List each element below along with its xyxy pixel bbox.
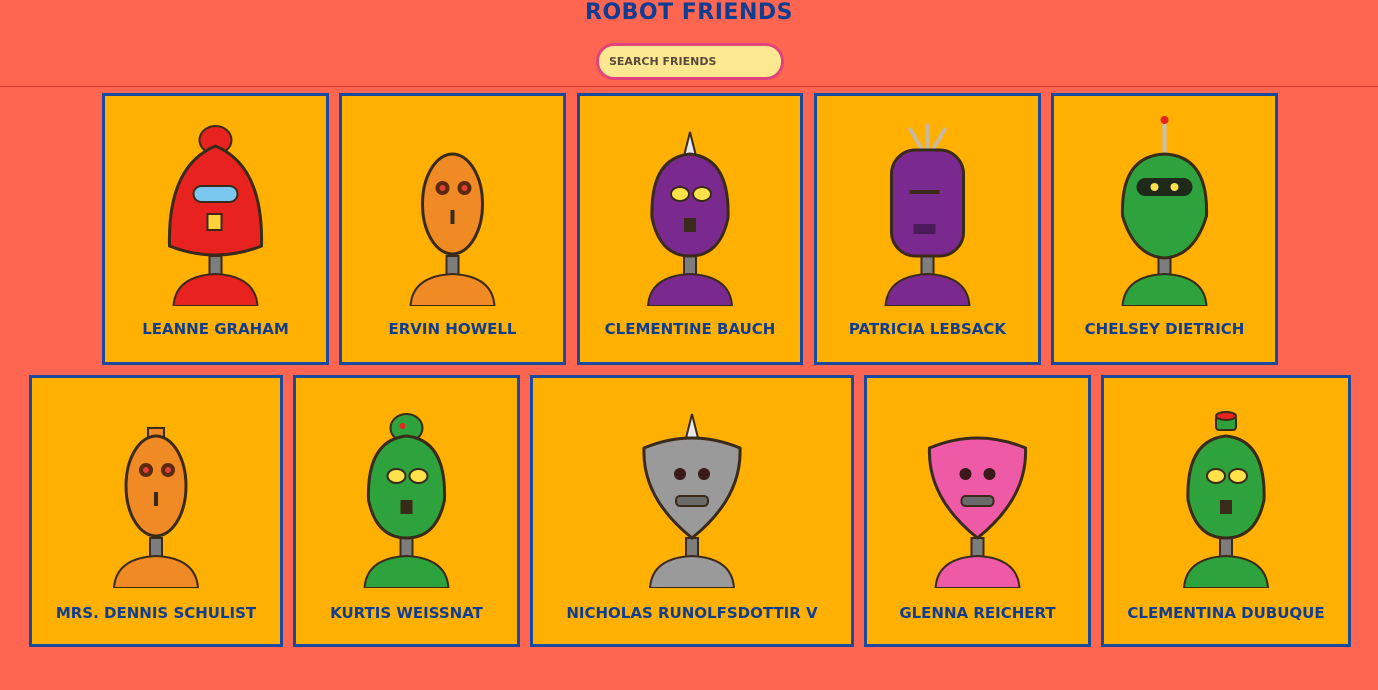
robot-avatar [296, 388, 517, 588]
robot-name: CLEMENTINA DUBUQUE [1127, 604, 1325, 622]
header: ROBOT FRIENDS [0, 0, 1378, 87]
robot-card[interactable]: PATRICIA LEBSACK [814, 93, 1041, 365]
robot-name: ERVIN HOWELL [388, 320, 517, 338]
search-input[interactable] [596, 43, 784, 80]
robot-avatar [105, 106, 326, 306]
robot-name: CHELSEY DIETRICH [1084, 320, 1245, 338]
robot-card[interactable]: NICHOLAS RUNOLFSDOTTIR V [530, 375, 854, 647]
robot-card[interactable]: GLENNA REICHERT [864, 375, 1091, 647]
robot-name: MRS. DENNIS SCHULIST [55, 604, 257, 622]
robot-card[interactable]: LEANNE GRAHAM [102, 93, 329, 365]
robot-avatar [32, 388, 280, 588]
robot-card[interactable]: ERVIN HOWELL [339, 93, 566, 365]
robot-name: KURTIS WEISSNAT [330, 604, 483, 622]
robot-name: CLEMENTINE BAUCH [604, 320, 776, 338]
robot-avatar [867, 388, 1088, 588]
robot-avatar [817, 106, 1038, 306]
robot-card[interactable]: KURTIS WEISSNAT [293, 375, 520, 647]
page-title: ROBOT FRIENDS [585, 0, 793, 25]
robot-avatar [342, 106, 563, 306]
robot-avatar [1054, 106, 1275, 306]
robot-avatar [533, 388, 851, 588]
robot-name: GLENNA REICHERT [899, 604, 1056, 622]
robot-avatar [580, 106, 800, 306]
robot-card[interactable]: MRS. DENNIS SCHULIST [29, 375, 283, 647]
robot-avatar [1104, 388, 1348, 588]
robot-name: NICHOLAS RUNOLFSDOTTIR V [566, 604, 818, 622]
robot-card[interactable]: CHELSEY DIETRICH [1051, 93, 1278, 365]
robot-card[interactable]: CLEMENTINE BAUCH [577, 93, 803, 365]
robot-name: LEANNE GRAHAM [142, 320, 289, 338]
robot-card[interactable]: CLEMENTINA DUBUQUE [1101, 375, 1351, 647]
robot-name: PATRICIA LEBSACK [848, 320, 1007, 338]
